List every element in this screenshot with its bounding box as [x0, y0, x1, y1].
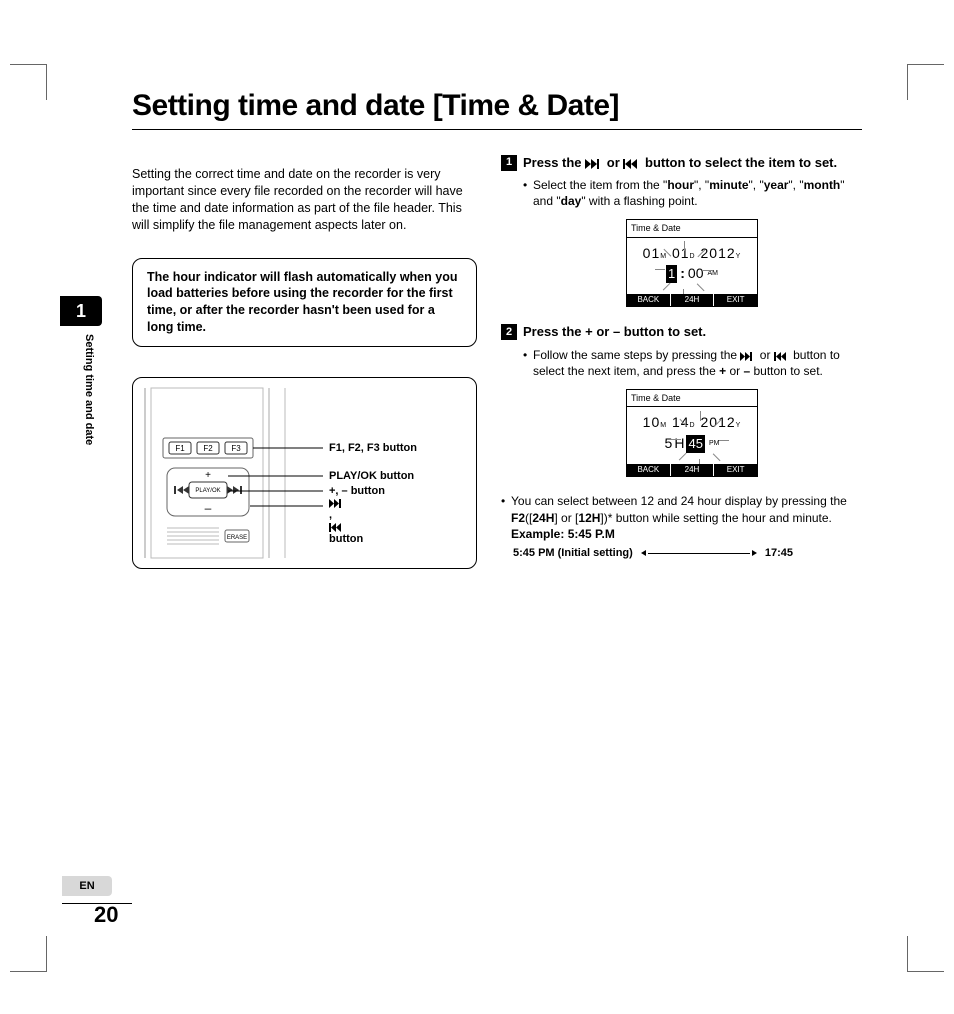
s2b-pre: Follow the same steps by pressing the — [533, 348, 740, 362]
lcd1-title: Time & Date — [627, 220, 757, 237]
lcd2-m: M — [660, 422, 667, 429]
lcd2-month: 10 — [643, 414, 661, 430]
lcd1-m: M — [660, 253, 667, 260]
s2b-p3: button to set. — [750, 364, 823, 378]
svg-text:+: + — [205, 470, 211, 481]
s1b-hour: hour — [667, 178, 694, 192]
lcd1-y: Y — [736, 253, 742, 260]
s1b-pre: Select the item from the " — [533, 178, 667, 192]
f2-key-label: F2 — [203, 444, 213, 453]
playok-label: PLAY/OK — [195, 488, 220, 494]
example-label: Example: 5:45 P.M — [511, 527, 615, 541]
step-1-heading: 1 Press the or button to select the item… — [501, 154, 861, 172]
callout-plusminus: +, – button — [329, 484, 385, 499]
example-right: 17:45 — [765, 546, 793, 561]
lcd-screenshot-2: Time & Date 10M 14D 2012Y 5H45 PM — [626, 389, 758, 477]
double-arrow-icon — [641, 550, 757, 556]
lcd1-sk-back: BACK — [627, 294, 671, 307]
step2-title: Press the + or – button to set. — [523, 323, 706, 341]
lcd1-month: 01 — [643, 245, 661, 261]
callout-f-buttons: F1, F2, F3 button — [329, 441, 417, 456]
lcd-screenshot-1: Time & Date 01M 01D 2012Y 1:00 AM — [626, 219, 758, 307]
lcd1-day: 01 — [672, 245, 690, 261]
s1b-day: day — [561, 194, 582, 208]
erase-label: ERASE — [227, 535, 247, 541]
crop-mark-bl — [0, 942, 40, 982]
step1-mid: or — [603, 155, 623, 170]
s1b-m3: ", " — [788, 178, 803, 192]
lcd2-title: Time & Date — [627, 390, 757, 407]
s1b-m5: " with a flashing point. — [581, 194, 697, 208]
lcd2-pm: PM — [709, 439, 720, 448]
lcd2-sk-24h: 24H — [671, 464, 715, 477]
next-icon — [585, 159, 603, 169]
s2n-pre: You can select between 12 and 24 hour di… — [511, 494, 847, 508]
lcd1-year: 2012 — [701, 245, 736, 261]
step1-pre: Press the — [523, 155, 585, 170]
step1-bullet: • Select the item from the "hour", "minu… — [523, 177, 861, 209]
page-number: 20 — [94, 900, 118, 930]
step2-bullet1: • Follow the same steps by pressing the … — [523, 347, 861, 379]
lcd2-y: Y — [736, 422, 742, 429]
s1b-m2: ", " — [749, 178, 764, 192]
lcd2-h: H — [674, 434, 684, 453]
lcd1-hour-blink: 1 — [666, 265, 677, 283]
lcd1-ampm: AM — [707, 269, 718, 278]
lcd2-sk-exit: EXIT — [714, 464, 757, 477]
lcd1-minute: 00 — [688, 264, 704, 283]
crop-mark-tl — [0, 54, 40, 94]
lcd2-sk-back: BACK — [627, 464, 671, 477]
prev-icon — [623, 159, 641, 169]
step1-post: button to select the item to set. — [641, 155, 837, 170]
callout-nav: , button — [329, 499, 363, 547]
intro-text: Setting the correct time and date on the… — [132, 166, 477, 234]
note-box: The hour indicator will flash automatica… — [132, 258, 477, 348]
s2n-f2: F2 — [511, 511, 525, 525]
example-row: 5:45 PM (Initial setting) 17:45 — [513, 546, 793, 561]
lcd2-day: 14 — [672, 414, 690, 430]
lcd1-sk-exit: EXIT — [714, 294, 757, 307]
crop-mark-tr — [914, 54, 954, 94]
device-illustration: F1 F2 F3 + — [132, 377, 477, 569]
s2n-24h: 24H — [532, 511, 554, 525]
s1b-m1: ", " — [694, 178, 709, 192]
s1b-year: year — [764, 178, 789, 192]
s2b-mid: or — [756, 348, 773, 362]
lcd1-d: D — [690, 253, 696, 260]
chapter-side-label: Setting time and date — [81, 334, 96, 445]
lcd1-sk-24h: 24H — [671, 294, 715, 307]
step-number-1: 1 — [501, 155, 517, 171]
chapter-number: 1 — [76, 299, 86, 323]
language-label: EN — [79, 879, 94, 894]
example-left: 5:45 PM (Initial setting) — [513, 546, 633, 561]
lcd2-d: D — [690, 422, 696, 429]
s2n-12h: 12H — [578, 511, 600, 525]
language-tab: EN — [62, 876, 112, 896]
s1b-month: month — [804, 178, 841, 192]
step2-bullet2: • You can select between 12 and 24 hour … — [501, 493, 861, 542]
prev-icon — [774, 352, 790, 361]
crop-mark-br — [914, 942, 954, 982]
step-number-2: 2 — [501, 324, 517, 340]
lcd2-min-blink: 45 — [686, 435, 704, 453]
lcd2-year: 2012 — [701, 414, 736, 430]
s2n-post: ])* button while setting the hour and mi… — [600, 511, 831, 525]
lcd2-hour: 5 — [665, 434, 673, 453]
f3-key-label: F3 — [231, 444, 241, 453]
s2b-p2: or — [726, 364, 743, 378]
svg-text:–: – — [205, 501, 212, 515]
f1-key-label: F1 — [175, 444, 185, 453]
next-icon — [740, 352, 756, 361]
page-title: Setting time and date [Time & Date] — [132, 86, 862, 130]
chapter-tab: 1 — [60, 296, 102, 326]
page-title-text: Setting time and date [Time & Date] — [132, 89, 619, 122]
s1b-min: minute — [709, 178, 748, 192]
callout-playok: PLAY/OK button — [329, 469, 414, 484]
step-2-heading: 2 Press the + or – button to set. — [501, 323, 861, 341]
